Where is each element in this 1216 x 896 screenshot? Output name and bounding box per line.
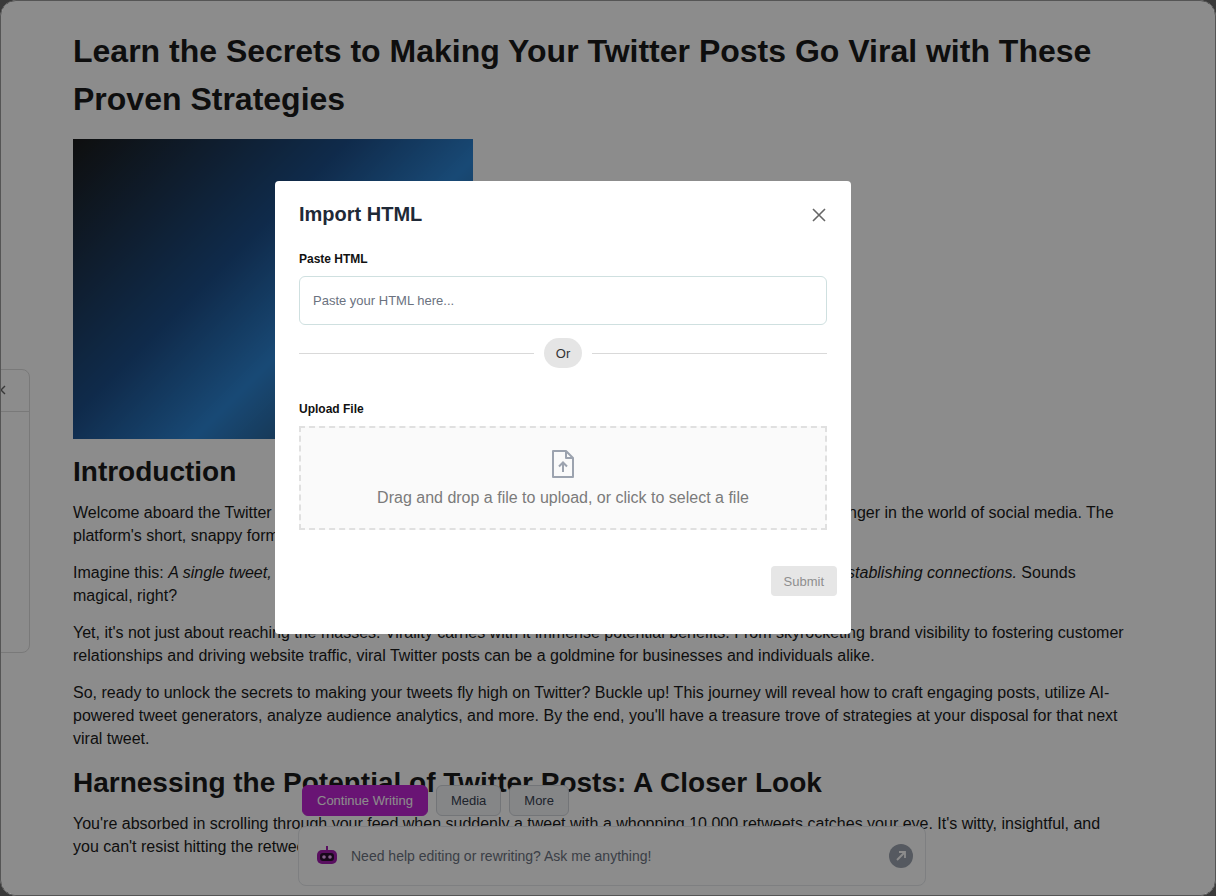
paste-label: Paste HTML	[299, 252, 827, 266]
paste-html-field[interactable]: Paste your HTML here...	[299, 276, 827, 325]
dialog-footer: Submit	[299, 566, 837, 596]
submit-button[interactable]: Submit	[771, 566, 837, 596]
paste-placeholder: Paste your HTML here...	[313, 293, 454, 308]
import-html-dialog: Import HTML Paste HTML Paste your HTML her…	[275, 181, 851, 634]
upload-label: Upload File	[299, 402, 827, 416]
file-dropzone[interactable]: Drag and drop a file to upload, or click…	[299, 426, 827, 530]
close-icon[interactable]	[811, 207, 827, 223]
or-divider: Or	[299, 338, 827, 368]
dialog-header: Import HTML	[299, 203, 827, 226]
editor-window: Learn the Secrets to Making Your Twitter…	[0, 0, 1216, 896]
or-label: Or	[544, 338, 582, 368]
dialog-title: Import HTML	[299, 203, 422, 226]
upload-hint: Drag and drop a file to upload, or click…	[377, 489, 749, 507]
file-upload-icon	[550, 449, 576, 479]
